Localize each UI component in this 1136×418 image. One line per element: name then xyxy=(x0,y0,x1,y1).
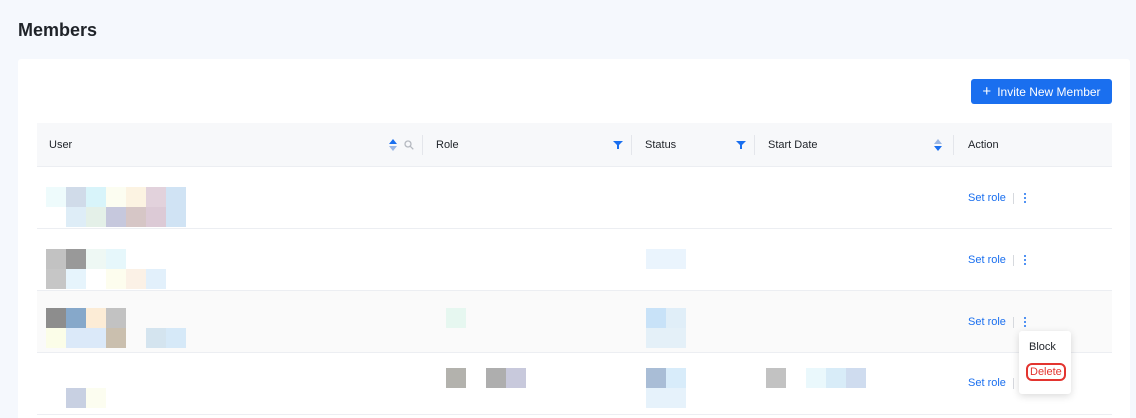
table-row[interactable]: Set role xyxy=(37,167,1112,229)
column-divider xyxy=(422,135,423,155)
redacted-user-block xyxy=(66,207,86,227)
redacted-user-block xyxy=(86,187,106,207)
redacted-user-block xyxy=(146,269,166,289)
redacted-status-block xyxy=(666,308,686,328)
redacted-user-block xyxy=(86,308,106,328)
menu-item-delete[interactable]: Delete xyxy=(1026,363,1066,381)
redacted-user-block xyxy=(126,269,146,289)
more-vertical-icon[interactable] xyxy=(1022,316,1028,328)
more-vertical-icon[interactable] xyxy=(1022,254,1028,266)
redacted-user-block xyxy=(66,308,86,328)
redacted-user-block xyxy=(166,328,186,348)
redacted-user-avatar xyxy=(66,388,86,408)
redacted-status-block xyxy=(666,368,686,388)
redacted-user-block xyxy=(126,187,146,207)
redacted-user-block xyxy=(66,187,86,207)
redacted-user-block xyxy=(106,269,126,289)
redacted-user-avatar xyxy=(46,308,66,328)
redacted-user-avatar xyxy=(46,249,66,269)
redacted-user-block xyxy=(106,308,126,328)
column-header-action: Action xyxy=(968,139,999,151)
filter-icon[interactable] xyxy=(613,140,623,150)
plus-icon: + xyxy=(982,83,992,100)
page-title: Members xyxy=(18,20,98,40)
redacted-user-block xyxy=(86,388,106,408)
redacted-user-block xyxy=(166,187,186,207)
redacted-user-block xyxy=(106,187,126,207)
menu-item-block[interactable]: Block xyxy=(1029,341,1056,353)
redacted-role-block xyxy=(446,368,466,388)
redacted-date-block xyxy=(766,368,786,388)
redacted-date-block xyxy=(846,368,866,388)
redacted-user-avatar xyxy=(46,187,66,207)
search-icon[interactable] xyxy=(404,140,414,150)
column-divider xyxy=(631,135,632,155)
redacted-user-block xyxy=(106,328,126,348)
redacted-date-block xyxy=(826,368,846,388)
redacted-user-block xyxy=(166,207,186,227)
table-header: User Role Status Start Date Action xyxy=(37,123,1112,167)
column-divider xyxy=(754,135,755,155)
redacted-status-block xyxy=(646,368,666,388)
action-divider xyxy=(1013,255,1014,266)
table-row[interactable]: Set role xyxy=(37,353,1112,415)
set-role-link[interactable]: Set role xyxy=(968,316,1006,328)
redacted-user-block xyxy=(86,249,106,269)
set-role-link[interactable]: Set role xyxy=(968,377,1006,389)
redacted-user-block xyxy=(46,328,66,348)
column-header-role: Role xyxy=(436,139,459,151)
redacted-user-block xyxy=(66,269,86,289)
redacted-user-block xyxy=(46,269,66,289)
action-divider xyxy=(1013,317,1014,328)
set-role-link[interactable]: Set role xyxy=(968,192,1006,204)
column-header-start-date: Start Date xyxy=(768,139,818,151)
action-divider xyxy=(1013,378,1014,389)
action-divider xyxy=(1013,193,1014,204)
members-card: + Invite New Member User Role Status Sta… xyxy=(18,59,1130,418)
redacted-user-block xyxy=(66,328,106,348)
sort-icon[interactable] xyxy=(934,139,942,151)
redacted-status-block xyxy=(646,249,686,269)
redacted-date-block xyxy=(806,368,826,388)
redacted-status-block xyxy=(646,308,666,328)
set-role-link[interactable]: Set role xyxy=(968,254,1006,266)
invite-button-label: Invite New Member xyxy=(997,84,1101,99)
redacted-user-block xyxy=(146,187,166,207)
redacted-user-block xyxy=(106,249,126,269)
more-vertical-icon[interactable] xyxy=(1022,192,1028,204)
redacted-user-block xyxy=(86,207,106,227)
redacted-role-block xyxy=(446,308,466,328)
redacted-user-block xyxy=(146,328,166,348)
filter-icon[interactable] xyxy=(736,140,746,150)
redacted-status-block xyxy=(646,328,686,348)
redacted-user-block xyxy=(66,249,86,269)
redacted-user-block xyxy=(126,207,146,227)
redacted-user-block xyxy=(146,207,166,227)
row-action-menu: Block Delete xyxy=(1019,331,1071,394)
redacted-role-block xyxy=(506,368,526,388)
column-header-user: User xyxy=(49,139,73,151)
redacted-user-block xyxy=(106,207,126,227)
table-row[interactable]: Set role xyxy=(37,229,1112,291)
column-divider xyxy=(953,135,954,155)
column-header-status: Status xyxy=(645,139,677,151)
invite-new-member-button[interactable]: + Invite New Member xyxy=(971,79,1112,104)
redacted-status-block xyxy=(646,388,686,408)
sort-icon[interactable] xyxy=(389,139,397,151)
table-row[interactable]: Set role xyxy=(37,291,1112,353)
redacted-role-block xyxy=(486,368,506,388)
